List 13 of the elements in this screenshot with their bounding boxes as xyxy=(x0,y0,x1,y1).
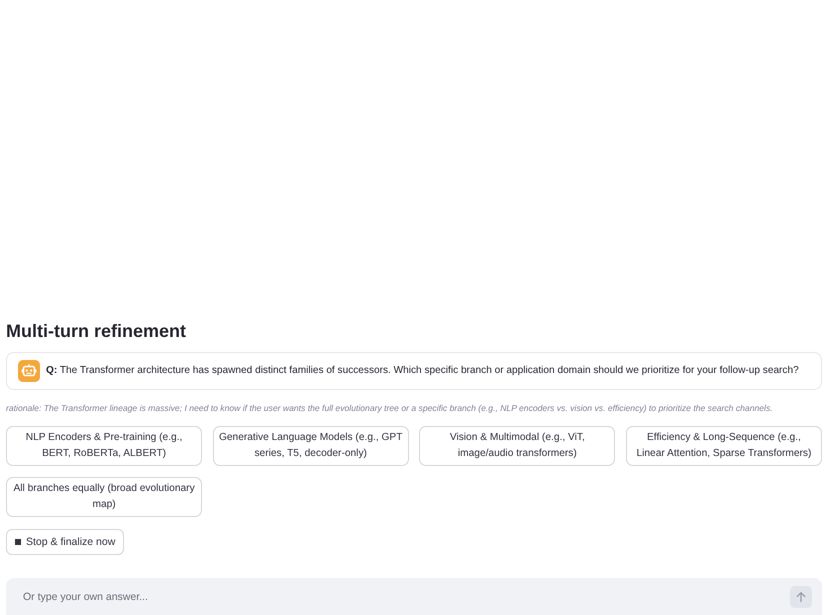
question-text: Q: The Transformer architecture has spawned distinct families of successors. Which specific branch or application domain should we prioritize for your follow-up search? xyxy=(46,364,799,378)
section-title: Multi-turn refinement xyxy=(6,320,186,342)
option-button[interactable]: Efficiency & Long-Sequence (e.g., Linear Attention, Sparse Transformers) xyxy=(626,426,822,466)
option-button[interactable]: Vision & Multimodal (e.g., ViT, image/audio transformers) xyxy=(419,426,616,466)
rationale-text: rationale: The Transformer lineage is massive; I need to know if the user wants the full evolutionary tree or a specific branch (e.g., NLP encoders vs. vision vs. efficiency) to prioritize the search channels. xyxy=(6,402,773,414)
arrow-up-icon xyxy=(795,591,807,603)
answer-input[interactable]: Or type your own answer... xyxy=(6,578,822,615)
option-button[interactable]: NLP Encoders & Pre-training (e.g., BERT, RoBERTa, ALBERT) xyxy=(6,426,202,466)
option-button[interactable]: All branches equally (broad evolutionary map) xyxy=(6,477,202,517)
stop-icon xyxy=(15,539,21,545)
stop-button[interactable]: Stop & finalize now xyxy=(6,529,124,555)
robot-icon xyxy=(18,360,40,382)
option-button[interactable]: Generative Language Models (e.g., GPT series, T5, decoder-only) xyxy=(212,426,409,466)
